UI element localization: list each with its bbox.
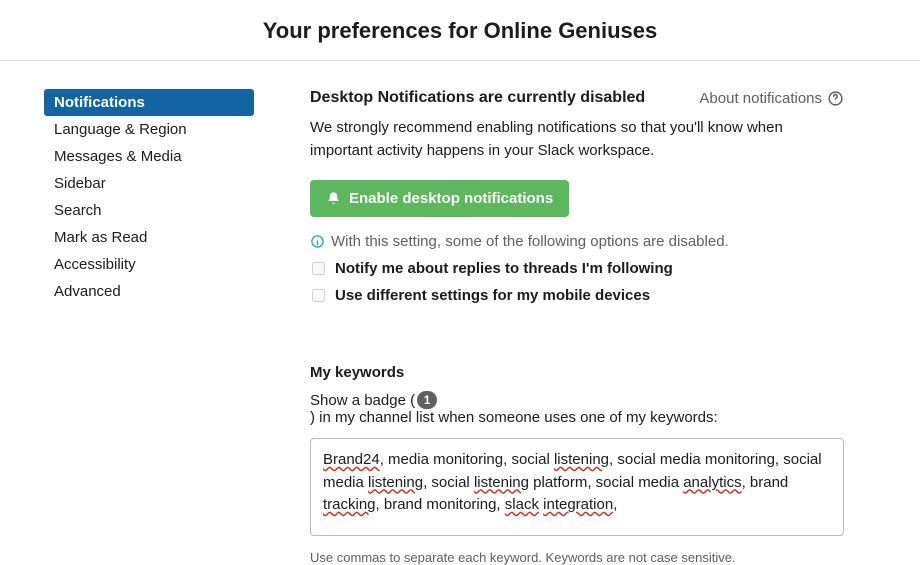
keywords-section: My keywords Show a badge ( 1 ) in my cha… (310, 364, 844, 565)
checkbox-mobile-settings-label[interactable]: Use different settings for my mobile dev… (335, 287, 650, 304)
help-icon (827, 90, 844, 107)
sidebar-item-notifications[interactable]: Notifications (44, 89, 254, 116)
about-notifications-link[interactable]: About notifications (699, 90, 844, 107)
enable-button-label: Enable desktop notifications (349, 190, 553, 207)
page-title: Your preferences for Online Geniuses (0, 18, 920, 44)
sidebar-item-accessibility[interactable]: Accessibility (44, 251, 254, 278)
main-container: Notifications Language & Region Messages… (0, 61, 920, 565)
checkbox-notify-threads[interactable] (312, 262, 325, 275)
sidebar: Notifications Language & Region Messages… (44, 89, 254, 565)
info-icon (310, 234, 325, 249)
notifications-header: Desktop Notifications are currently disa… (310, 89, 844, 107)
keywords-value: Brand24, media monitoring, social listen… (323, 451, 822, 513)
checkbox-mobile-settings[interactable] (312, 289, 325, 302)
info-disabled-note: With this setting, some of the following… (310, 233, 844, 250)
sidebar-item-search[interactable]: Search (44, 197, 254, 224)
checkbox-notify-threads-label[interactable]: Notify me about replies to threads I'm f… (335, 260, 673, 277)
keywords-hint: Use commas to separate each keyword. Key… (310, 550, 844, 565)
keywords-input[interactable]: Brand24, media monitoring, social listen… (310, 438, 844, 536)
page-header: Your preferences for Online Geniuses (0, 0, 920, 61)
enable-desktop-notifications-button[interactable]: Enable desktop notifications (310, 180, 569, 217)
about-notifications-label: About notifications (699, 90, 822, 107)
checkbox-row-threads: Notify me about replies to threads I'm f… (310, 260, 844, 277)
checkbox-row-mobile: Use different settings for my mobile dev… (310, 287, 844, 304)
keywords-desc-suffix: ) in my channel list when someone uses o… (310, 409, 718, 426)
info-text: With this setting, some of the following… (331, 233, 729, 250)
notifications-title: Desktop Notifications are currently disa… (310, 89, 645, 107)
keywords-heading: My keywords (310, 364, 844, 381)
keywords-description: Show a badge ( 1 ) in my channel list wh… (310, 391, 844, 426)
sidebar-item-language-region[interactable]: Language & Region (44, 116, 254, 143)
keywords-desc-prefix: Show a badge ( (310, 392, 415, 409)
main-content: Desktop Notifications are currently disa… (254, 89, 914, 565)
sidebar-item-advanced[interactable]: Advanced (44, 278, 254, 305)
sidebar-item-mark-as-read[interactable]: Mark as Read (44, 224, 254, 251)
sidebar-item-sidebar[interactable]: Sidebar (44, 170, 254, 197)
sidebar-item-messages-media[interactable]: Messages & Media (44, 143, 254, 170)
bell-icon (326, 191, 341, 206)
badge-icon: 1 (417, 391, 437, 409)
notifications-description: We strongly recommend enabling notificat… (310, 117, 844, 162)
